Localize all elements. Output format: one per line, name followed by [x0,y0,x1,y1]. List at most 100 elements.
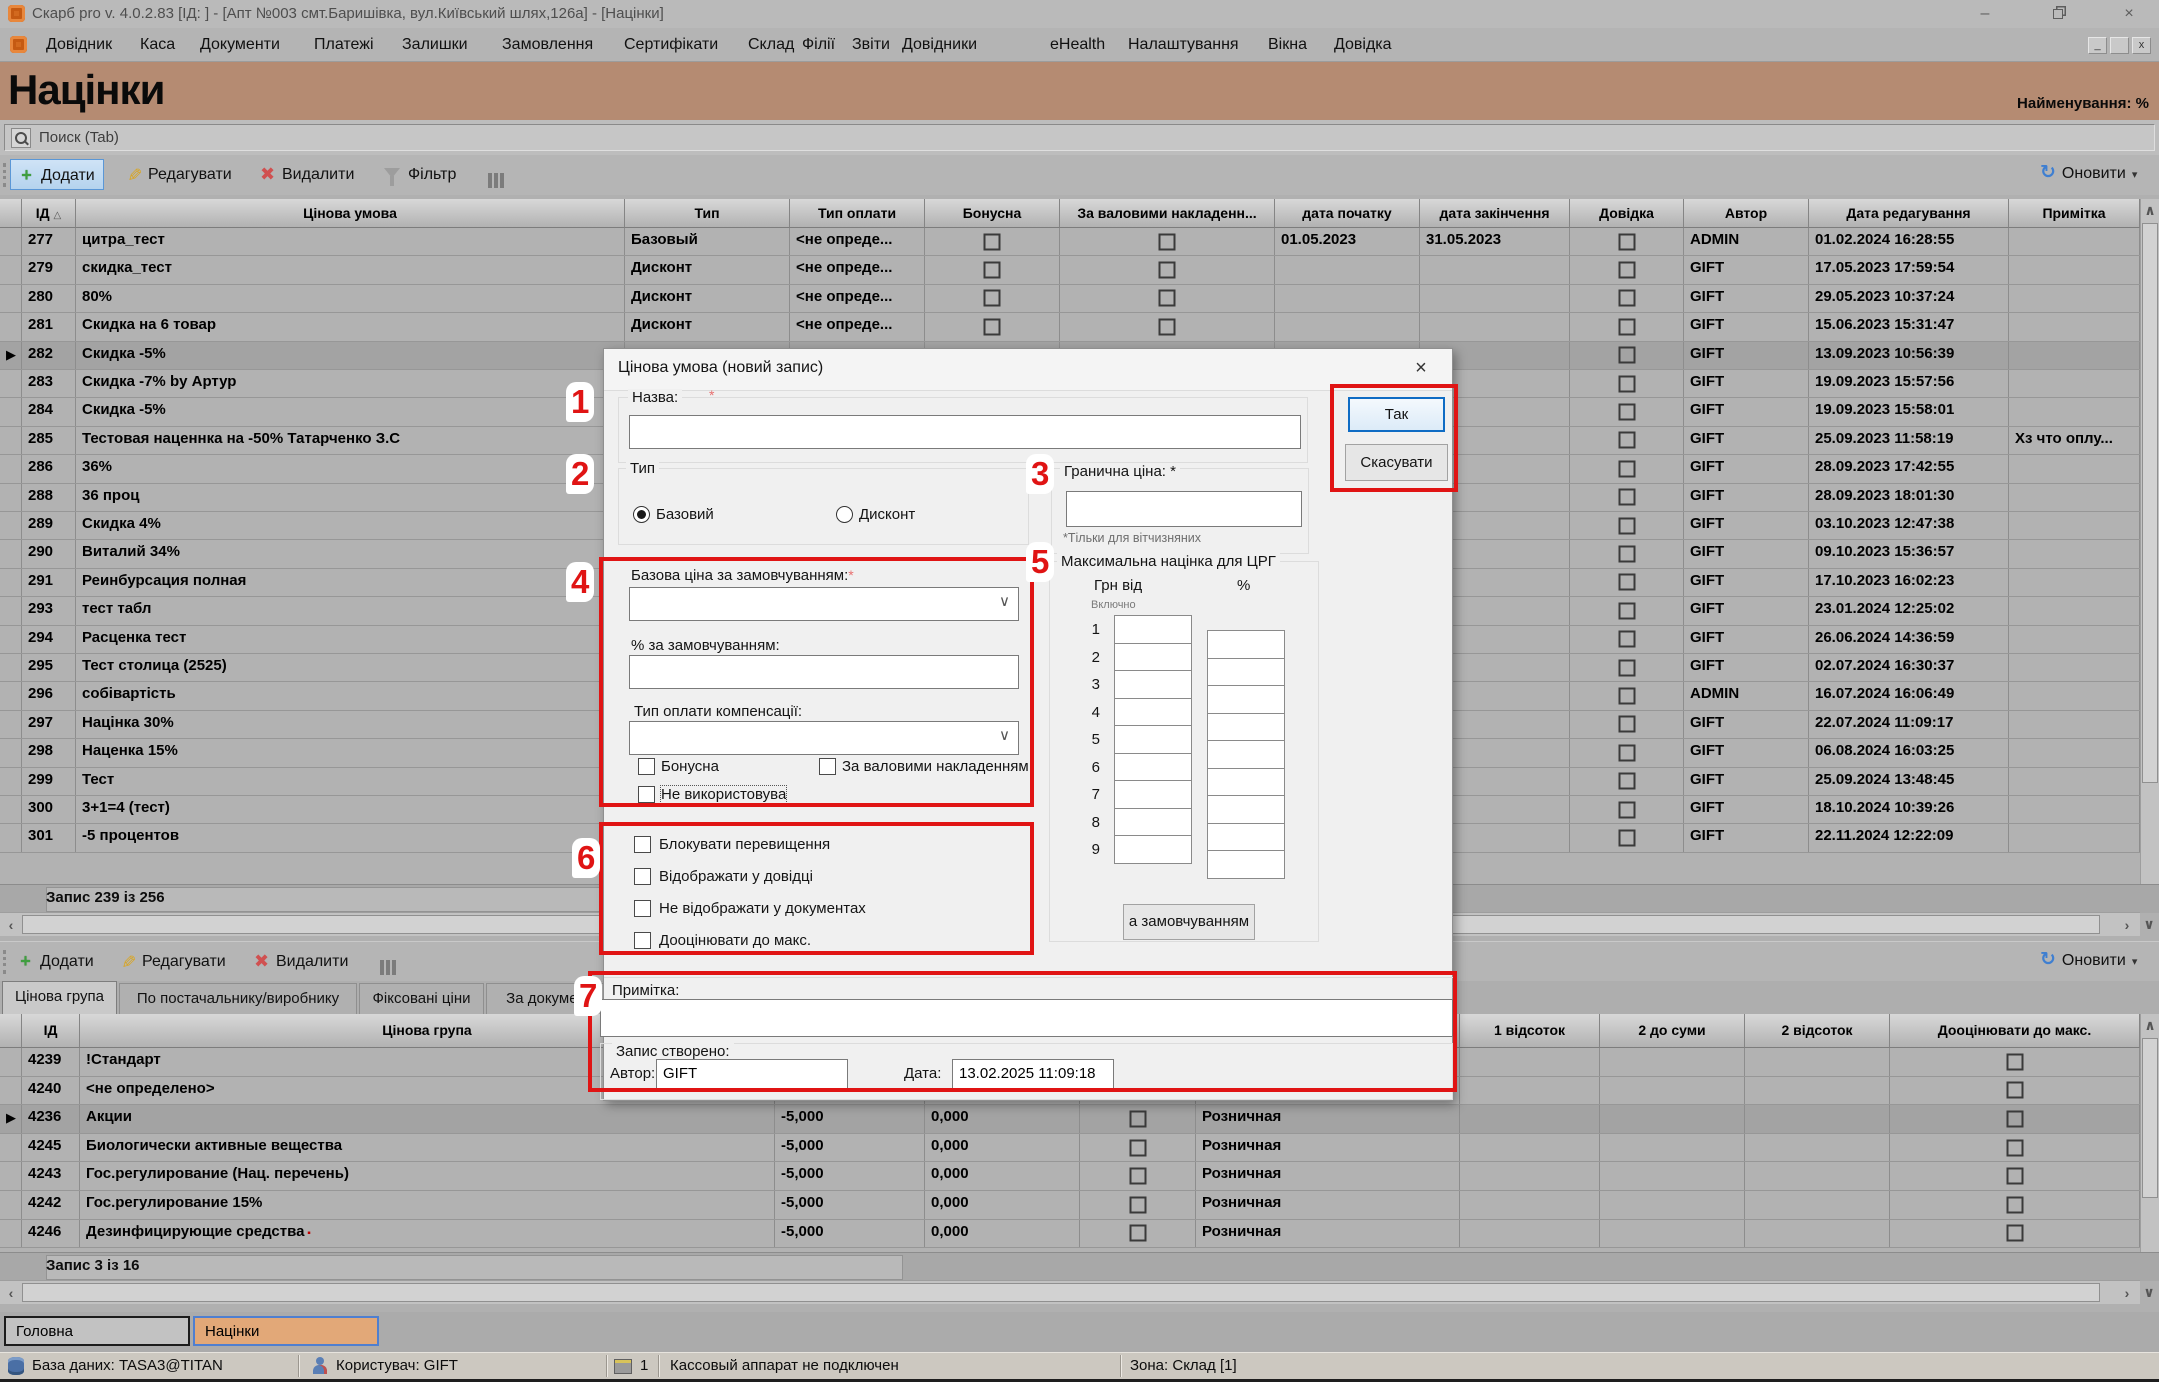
cell[interactable] [1420,256,1570,283]
scroll-down-icon[interactable]: ∨ [2138,913,2159,935]
cell[interactable] [1570,484,1684,511]
column-header-Бонусна[interactable]: Бонусна [925,199,1060,228]
bonus-label[interactable]: Бонусна [661,758,719,775]
cell[interactable]: 28.09.2023 17:42:55 [1809,455,2009,482]
cell[interactable]: 294 [22,626,76,653]
crg-percent-input[interactable] [1207,795,1285,824]
bottom-table-vscroll[interactable]: ∧ [2140,1014,2159,1280]
cell[interactable] [1570,342,1684,369]
cell[interactable]: 18.10.2024 10:39:26 [1809,796,2009,823]
column-header-Тип оплати[interactable]: Тип оплати [790,199,925,228]
cell[interactable]: 289 [22,512,76,539]
cell[interactable] [1890,1048,2140,1076]
checkbox[interactable] [1618,404,1635,421]
cell[interactable] [0,626,22,653]
cell[interactable]: GIFT [1684,711,1809,738]
cell[interactable]: 297 [22,711,76,738]
cell[interactable]: 03.10.2023 12:47:38 [1809,512,2009,539]
cell[interactable]: GIFT [1684,512,1809,539]
cell[interactable]: 4242 [22,1191,80,1219]
cell[interactable]: ADMIN [1684,682,1809,709]
cell[interactable] [0,398,22,425]
checkbox[interactable] [1618,517,1635,534]
cell[interactable]: цитра_тест [76,228,625,255]
checkbox[interactable] [1159,233,1176,250]
checkbox[interactable] [1618,688,1635,705]
cell[interactable]: Хз что оплу... [2009,427,2140,454]
cell[interactable] [2009,256,2140,283]
cell[interactable]: Розничная [1196,1105,1460,1133]
cell[interactable] [0,824,22,851]
cell[interactable]: GIFT [1684,256,1809,283]
cell[interactable] [1570,228,1684,255]
cell[interactable]: 09.10.2023 15:36:57 [1809,540,2009,567]
dialog-title-bar[interactable]: Цінова умова (новий запис) × [604,349,1452,391]
cell[interactable] [2009,455,2140,482]
cell[interactable] [1060,228,1275,255]
cell[interactable]: 295 [22,654,76,681]
crg-amount-input[interactable] [1114,808,1192,837]
show-in-ref-checkbox[interactable] [634,868,651,885]
cell[interactable] [2009,682,2140,709]
edit-button[interactable]: ✎Редагувати [112,946,234,977]
radio-base[interactable] [633,506,650,523]
delete-button[interactable]: ✖Видалити [246,946,356,977]
cell[interactable] [1570,540,1684,567]
bonus-checkbox[interactable] [638,758,655,775]
cell[interactable]: GIFT [1684,455,1809,482]
bottom-hscroll-thumb[interactable] [22,1283,2100,1302]
cell[interactable]: 19.09.2023 15:57:56 [1809,370,2009,397]
scroll-up-icon[interactable]: ∧ [2139,199,2159,221]
crg-percent-input[interactable] [1207,658,1285,687]
author-input[interactable]: GIFT [656,1059,848,1092]
cell[interactable] [1570,768,1684,795]
menu-item-4[interactable]: Платежі [304,28,384,62]
checkbox[interactable] [1159,262,1176,279]
crg-amount-input[interactable] [1114,615,1192,644]
cell[interactable]: 29.05.2023 10:37:24 [1809,285,2009,312]
current-row-pointer[interactable]: ▶ [0,1105,22,1133]
cell[interactable] [1600,1048,1745,1076]
cell[interactable] [925,285,1060,312]
cell[interactable] [1275,256,1420,283]
checkbox[interactable] [1129,1139,1146,1156]
cell[interactable]: Гос.регулирование (Нац. перечень) [80,1162,775,1190]
cell[interactable] [1890,1220,2140,1248]
checkbox[interactable] [1159,290,1176,307]
checkbox[interactable] [2006,1225,2023,1242]
not-used-checkbox[interactable] [638,786,655,803]
cell[interactable]: 301 [22,824,76,851]
checkbox[interactable] [984,290,1001,307]
cell[interactable] [1570,512,1684,539]
checkbox[interactable] [2006,1139,2023,1156]
checkbox[interactable] [2006,1196,2023,1213]
column-header-За валовими накладенн...[interactable]: За валовими накладенн... [1060,199,1275,228]
table-row[interactable]: 28080%Дисконт<не опреде...GIFT29.05.2023… [0,285,2140,313]
scroll-left-icon[interactable]: ‹ [0,1282,22,1304]
cell[interactable] [0,512,22,539]
cell[interactable]: GIFT [1684,654,1809,681]
checkbox[interactable] [1618,489,1635,506]
cell[interactable] [2009,796,2140,823]
cell[interactable]: Дезинфицирующие средства ▪ [80,1220,775,1248]
cell[interactable]: GIFT [1684,824,1809,851]
cell[interactable]: 4236 [22,1105,80,1133]
refresh-button[interactable]: ↻Оновити▾ [2040,161,2137,184]
column-header-1 відсоток[interactable]: 1 відсоток [1460,1014,1600,1048]
cell[interactable]: 280 [22,285,76,312]
cell[interactable]: Наценка 15% [76,739,625,766]
crg-default-button[interactable]: а замовчуванням [1123,904,1255,940]
window-tab-1[interactable]: Головна [4,1316,190,1346]
cell[interactable]: -5,000 [775,1105,925,1133]
cell[interactable]: 4243 [22,1162,80,1190]
cell[interactable] [1890,1162,2140,1190]
cell[interactable] [1080,1105,1196,1133]
cell[interactable]: 22.11.2024 12:22:09 [1809,824,2009,851]
cell[interactable] [1570,398,1684,425]
scroll-right-icon[interactable]: › [2116,914,2138,936]
cell[interactable]: 300 [22,796,76,823]
cell[interactable] [2009,398,2140,425]
checkbox[interactable] [2006,1110,2023,1127]
cell[interactable]: 02.07.2024 16:30:37 [1809,654,2009,681]
radio-discount-label[interactable]: Дисконт [859,506,915,523]
